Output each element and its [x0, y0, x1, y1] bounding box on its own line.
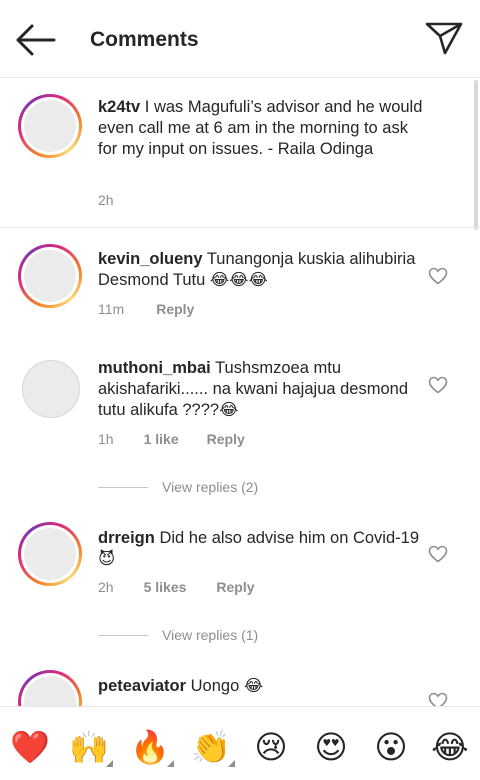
paper-plane-icon[interactable] [424, 20, 464, 56]
post-caption: k24tv I was Magufuli’s advisor and he wo… [0, 78, 480, 228]
emoji-quick-bar: ❤️ 🙌 🔥 👏 😢 😍 😮 😂 [0, 706, 480, 780]
page-title: Comments [90, 28, 199, 51]
avatar[interactable] [18, 244, 82, 308]
view-replies-label: View replies (1) [162, 627, 259, 643]
comment-username[interactable]: drreign [98, 529, 155, 547]
comment-time: 2h [98, 579, 114, 595]
caption-meta: 2h [98, 192, 114, 208]
top-bar: Comments [0, 0, 480, 78]
crying-face-emoji[interactable]: 😢 [249, 727, 293, 767]
caption-body: I was Magufuli’s advisor and he would ev… [98, 98, 423, 158]
comment-meta: 1h 1 like Reply [98, 431, 245, 447]
heart-outline-icon[interactable] [428, 267, 448, 285]
comment-username[interactable]: peteaviator [98, 677, 186, 695]
comment-time: 1h [98, 431, 114, 447]
likes-count[interactable]: 1 like [144, 431, 179, 447]
open-mouth-emoji[interactable]: 😮 [369, 727, 413, 767]
tears-of-joy-emoji[interactable]: 😂 [428, 727, 472, 767]
view-replies-button[interactable]: View replies (2) [98, 479, 258, 495]
view-replies-label: View replies (2) [162, 479, 259, 495]
avatar[interactable] [18, 94, 82, 158]
red-heart-emoji[interactable]: ❤️ [8, 727, 52, 767]
reply-button[interactable]: Reply [207, 431, 245, 447]
comment-username[interactable]: muthoni_mbai [98, 359, 211, 377]
reply-button[interactable]: Reply [216, 579, 254, 595]
heart-eyes-emoji[interactable]: 😍 [309, 727, 353, 767]
likes-count[interactable]: 5 likes [144, 579, 187, 595]
caption-username[interactable]: k24tv [98, 98, 140, 116]
arrow-left-icon[interactable] [14, 22, 56, 58]
avatar[interactable] [18, 522, 82, 586]
heart-outline-icon[interactable] [428, 376, 448, 394]
comment-text: peteaviator Uongo 😂 [98, 676, 428, 697]
divider [98, 486, 148, 488]
comment-body: Uongo 😂 [190, 677, 264, 695]
divider [98, 634, 148, 636]
heart-outline-icon[interactable] [428, 545, 448, 563]
avatar[interactable] [22, 360, 80, 418]
fire-emoji[interactable]: 🔥 [128, 727, 174, 767]
caption-time: 2h [98, 192, 114, 208]
caption-text: k24tv I was Magufuli’s advisor and he wo… [98, 97, 428, 160]
raising-hands-emoji[interactable]: 🙌 [67, 727, 113, 767]
comment-text: kevin_olueny Tunangonja kuskia alihubiri… [98, 249, 428, 291]
clapping-hands-emoji[interactable]: 👏 [189, 727, 235, 767]
comment-time: 11m [98, 301, 125, 317]
comment-meta: 11m Reply [98, 301, 194, 317]
comment-username[interactable]: kevin_olueny [98, 250, 203, 268]
reply-button[interactable]: Reply [156, 301, 194, 317]
view-replies-button[interactable]: View replies (1) [98, 627, 258, 643]
comment-text: muthoni_mbai Tushsmzoea mtu akishafariki… [98, 358, 428, 421]
comment-text: drreign Did he also advise him on Covid-… [98, 528, 428, 570]
comment-meta: 2h 5 likes Reply [98, 579, 255, 595]
